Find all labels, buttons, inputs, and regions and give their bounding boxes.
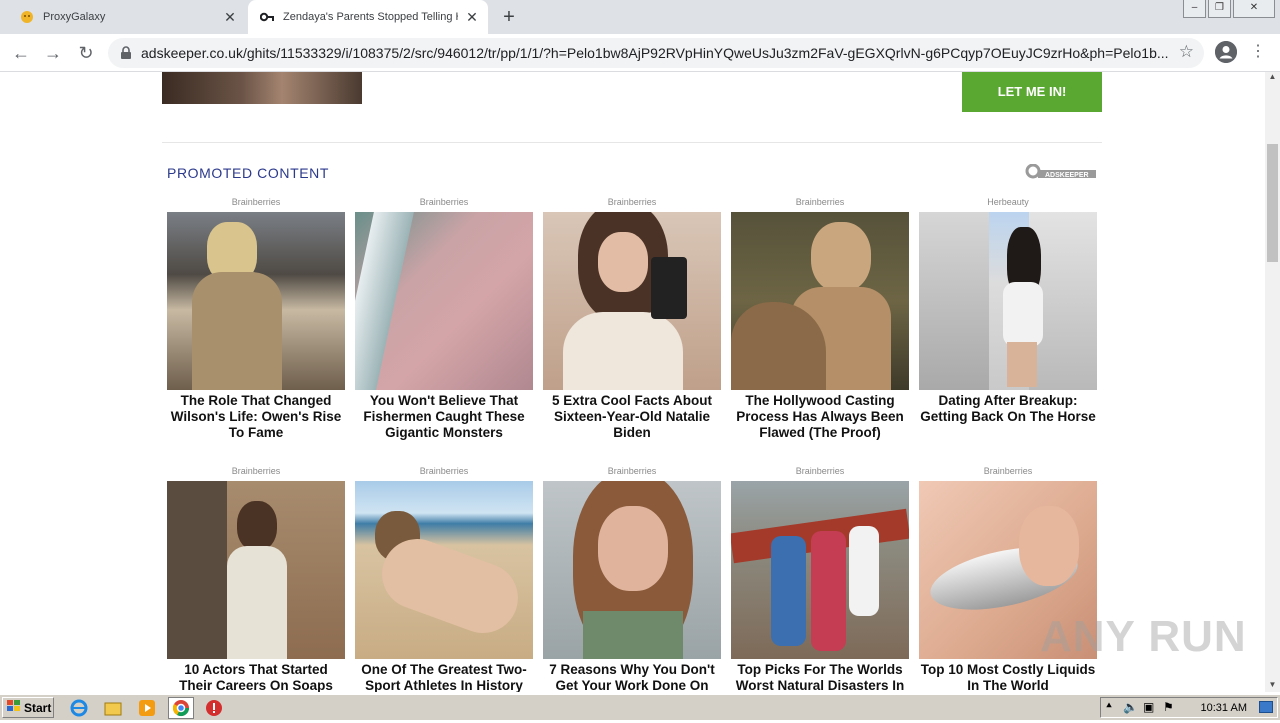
- tab-zendaya-article[interactable]: Zendaya's Parents Stopped Telling H ✕: [248, 0, 488, 34]
- profile-avatar-icon[interactable]: [1215, 41, 1237, 63]
- tray-expand-icon[interactable]: ⯅: [1105, 701, 1113, 712]
- let-me-in-button[interactable]: LET ME IN!: [962, 72, 1102, 112]
- card-source: Brainberries: [795, 466, 845, 476]
- volume-icon[interactable]: 🔈: [1123, 700, 1138, 714]
- card-source: Brainberries: [607, 197, 657, 207]
- article-image: [162, 72, 362, 104]
- chrome-taskbar-icon[interactable]: [168, 697, 194, 719]
- promo-card[interactable]: Brainberries One Of The Greatest Two-Spo…: [355, 465, 533, 692]
- kebab-menu-icon[interactable]: ⋮: [1250, 43, 1266, 61]
- card-source: Herbeauty: [987, 197, 1029, 207]
- bookmark-star-icon[interactable]: ☆: [1179, 42, 1194, 62]
- promoted-content-heading: PROMOTED CONTENT: [167, 165, 330, 181]
- card-source: Brainberries: [419, 197, 469, 207]
- card-title[interactable]: 5 Extra Cool Facts About Sixteen-Year-Ol…: [543, 393, 721, 441]
- scroll-down-icon[interactable]: ▼: [1265, 680, 1280, 692]
- card-source: Brainberries: [231, 197, 281, 207]
- card-source: Brainberries: [231, 466, 281, 476]
- card-thumbnail[interactable]: [355, 481, 533, 659]
- card-title[interactable]: 10 Actors That Started Their Careers On …: [167, 662, 345, 692]
- card-title[interactable]: Dating After Breakup: Getting Back On Th…: [919, 393, 1097, 425]
- close-tab-icon[interactable]: ✕: [464, 9, 480, 25]
- card-source: Brainberries: [983, 466, 1033, 476]
- card-thumbnail[interactable]: [167, 481, 345, 659]
- tab-title: ProxyGalaxy: [43, 11, 106, 23]
- network-icon[interactable]: ▣: [1143, 700, 1154, 714]
- close-tab-icon[interactable]: ✕: [222, 9, 238, 25]
- card-title[interactable]: One Of The Greatest Two-Sport Athletes I…: [355, 662, 533, 692]
- promo-card[interactable]: Herbeauty Dating After Breakup: Getting …: [919, 196, 1097, 425]
- promo-card[interactable]: Brainberries You Won't Believe That Fish…: [355, 196, 533, 441]
- card-title[interactable]: The Hollywood Casting Process Has Always…: [731, 393, 909, 441]
- card-thumbnail[interactable]: [919, 212, 1097, 390]
- card-source: Brainberries: [795, 197, 845, 207]
- scrollbar-thumb[interactable]: [1267, 144, 1278, 262]
- card-thumbnail[interactable]: [731, 481, 909, 659]
- adskeeper-logo[interactable]: ADSKEEPER: [1025, 163, 1097, 180]
- promo-card[interactable]: Brainberries 7 Reasons Why You Don't Get…: [543, 465, 721, 692]
- proxygalaxy-favicon-icon: [20, 10, 34, 24]
- promo-card[interactable]: Brainberries 5 Extra Cool Facts About Si…: [543, 196, 721, 441]
- forward-arrow-icon[interactable]: →: [42, 42, 64, 64]
- promo-card[interactable]: Brainberries Top Picks For The Worlds Wo…: [731, 465, 909, 692]
- card-source: Brainberries: [419, 466, 469, 476]
- reload-icon[interactable]: ↻: [75, 42, 97, 64]
- card-thumbnail[interactable]: [355, 212, 533, 390]
- restore-button[interactable]: ❐: [1208, 0, 1231, 18]
- tab-proxygalaxy[interactable]: ProxyGalaxy ✕: [0, 0, 246, 34]
- windows-logo-icon: [7, 700, 21, 715]
- card-thumbnail[interactable]: [167, 212, 345, 390]
- card-title[interactable]: 7 Reasons Why You Don't Get Your Work Do…: [543, 662, 721, 692]
- url-text[interactable]: adskeeper.co.uk/ghits/11533329/i/108375/…: [141, 45, 1171, 61]
- new-tab-button[interactable]: +: [498, 6, 520, 28]
- stop-alert-icon[interactable]: [205, 699, 223, 717]
- adskeeper-logo-text: ADSKEEPER: [1045, 172, 1089, 179]
- start-label: Start: [24, 700, 52, 715]
- card-thumbnail[interactable]: [543, 212, 721, 390]
- card-title[interactable]: Top 10 Most Costly Liquids In The World: [919, 662, 1097, 692]
- flag-icon[interactable]: ⚑: [1163, 700, 1174, 714]
- clock[interactable]: 10:31 AM: [1201, 702, 1247, 714]
- tab-title: Zendaya's Parents Stopped Telling H: [283, 11, 458, 23]
- anyrun-watermark: ANY RUN: [1040, 612, 1247, 661]
- media-player-icon[interactable]: [138, 699, 156, 717]
- tab-strip: ProxyGalaxy ✕ Zendaya's Parents Stopped …: [0, 0, 1280, 34]
- folder-icon[interactable]: [104, 699, 122, 717]
- key-icon: [260, 10, 274, 24]
- back-arrow-icon[interactable]: ←: [10, 42, 32, 64]
- promo-card[interactable]: Brainberries The Hollywood Casting Proce…: [731, 196, 909, 441]
- vertical-scrollbar[interactable]: ▲ ▼: [1265, 72, 1280, 692]
- show-desktop-icon[interactable]: [1259, 701, 1273, 713]
- card-title[interactable]: Top Picks For The Worlds Worst Natural D…: [731, 662, 909, 692]
- divider: [162, 142, 1102, 143]
- promo-card[interactable]: Brainberries 10 Actors That Started Thei…: [167, 465, 345, 692]
- card-thumbnail[interactable]: [543, 481, 721, 659]
- browser-toolbar: ← → ↻ adskeeper.co.uk/ghits/11533329/i/1…: [0, 34, 1280, 72]
- card-title[interactable]: You Won't Believe That Fishermen Caught …: [355, 393, 533, 441]
- card-title[interactable]: The Role That Changed Wilson's Life: Owe…: [167, 393, 345, 441]
- start-button[interactable]: Start: [2, 697, 54, 718]
- card-source: Brainberries: [607, 466, 657, 476]
- close-window-button[interactable]: ✕: [1233, 0, 1275, 18]
- windows-taskbar: Start ⯅ 🔈 ▣ ⚑ 10:31 AM: [0, 694, 1280, 720]
- scroll-up-icon[interactable]: ▲: [1265, 72, 1280, 84]
- system-tray: ⯅ 🔈 ▣ ⚑ 10:31 AM: [1100, 697, 1278, 718]
- lock-icon: [120, 46, 132, 60]
- address-bar[interactable]: adskeeper.co.uk/ghits/11533329/i/108375/…: [108, 38, 1204, 68]
- page-content: LET ME IN! PROMOTED CONTENT ADSKEEPER Br…: [0, 72, 1265, 692]
- minimize-button[interactable]: –: [1183, 0, 1206, 18]
- ie-icon[interactable]: [70, 699, 88, 717]
- card-thumbnail[interactable]: [731, 212, 909, 390]
- promo-card[interactable]: Brainberries The Role That Changed Wilso…: [167, 196, 345, 441]
